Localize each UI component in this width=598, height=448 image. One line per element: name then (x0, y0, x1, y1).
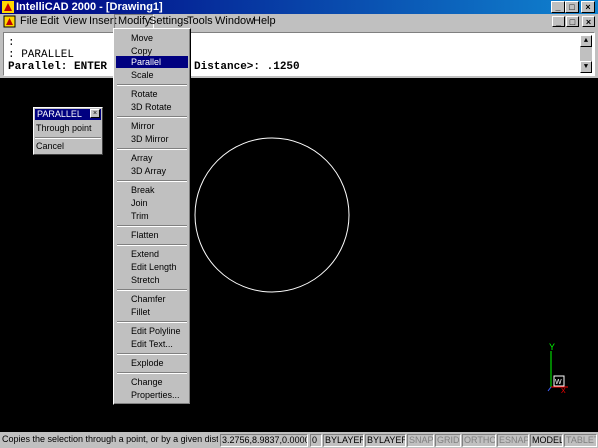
scroll-up-arrow-icon[interactable]: ▲ (580, 35, 592, 47)
menu-separator (117, 321, 187, 323)
status-snap-toggle[interactable]: SNAP (407, 434, 434, 447)
palette-through-point[interactable]: Through point (36, 122, 92, 135)
menu-item-properties[interactable]: Properties... (116, 389, 188, 401)
status-esnap-toggle[interactable]: ESNAP (497, 434, 529, 447)
command-line-1: : (8, 37, 15, 49)
status-model-toggle[interactable]: MODEL (530, 434, 563, 447)
menu-item-edit-length[interactable]: Edit Length (116, 261, 188, 273)
menu-help[interactable]: Help (250, 14, 279, 30)
menu-item-stretch[interactable]: Stretch (116, 274, 188, 286)
title-bar: IntelliCAD 2000 - [Drawing1] _ □ × (0, 0, 598, 14)
menu-separator (117, 353, 187, 355)
document-icon[interactable] (3, 15, 16, 28)
status-message: Copies the selection through a point, or… (2, 434, 218, 444)
ucs-z-axis (547, 386, 552, 392)
intellicad-app-icon[interactable] (2, 1, 14, 13)
menu-item-explode[interactable]: Explode (116, 357, 188, 369)
menu-item-scale[interactable]: Scale (116, 69, 188, 81)
menu-item-3d-mirror[interactable]: 3D Mirror (116, 133, 188, 145)
command-prompt-distance: Distance>: .1250 (194, 61, 300, 73)
menu-separator (117, 180, 187, 182)
palette-cancel[interactable]: Cancel (36, 140, 64, 153)
palette-separator (35, 137, 101, 139)
menu-item-extend[interactable]: Extend (116, 248, 188, 260)
menu-item-edit-text[interactable]: Edit Text... (116, 338, 188, 350)
status-layer[interactable]: BYLAYER (323, 434, 364, 447)
menu-item-parallel[interactable]: Parallel (116, 56, 188, 68)
menu-item-3d-array[interactable]: 3D Array (116, 165, 188, 177)
menu-separator (117, 148, 187, 150)
menu-separator (117, 225, 187, 227)
menu-bar: File Edit View Insert Modify Settings To… (0, 14, 598, 30)
menu-separator (117, 372, 187, 374)
parallel-palette[interactable]: PARALLEL × Through point Cancel (33, 107, 103, 155)
menu-edit[interactable]: Edit (37, 14, 62, 30)
menu-item-3d-rotate[interactable]: 3D Rotate (116, 101, 188, 113)
menu-item-chamfer[interactable]: Chamfer (116, 293, 188, 305)
ucs-y-label: Y (549, 343, 555, 352)
menu-item-edit-polyline[interactable]: Edit Polyline (116, 325, 188, 337)
menu-separator (117, 244, 187, 246)
command-scrollbar[interactable]: ▲ ▼ (580, 35, 592, 73)
menu-item-flatten[interactable]: Flatten (116, 229, 188, 241)
window-title: IntelliCAD 2000 - [Drawing1] (16, 1, 163, 13)
status-grid-toggle[interactable]: GRID (435, 434, 461, 447)
menu-item-break[interactable]: Break (116, 184, 188, 196)
status-bar: Copies the selection through a point, or… (0, 432, 598, 448)
ucs-icon: Y X W (547, 343, 568, 393)
maximize-button[interactable]: □ (565, 1, 579, 13)
ucs-x-label: X (561, 388, 566, 393)
menu-item-join[interactable]: Join (116, 197, 188, 209)
status-ortho-toggle[interactable]: ORTHO (462, 434, 496, 447)
menu-item-trim[interactable]: Trim (116, 210, 188, 222)
menu-item-move[interactable]: Move (116, 32, 188, 44)
menu-separator (117, 84, 187, 86)
status-color[interactable]: 0 (310, 434, 322, 447)
scroll-down-arrow-icon[interactable]: ▼ (580, 61, 592, 73)
modify-menu: Move Copy Parallel Scale Rotate 3D Rotat… (113, 28, 191, 405)
menu-separator (117, 116, 187, 118)
doc-close-button[interactable]: × (582, 16, 595, 27)
menu-item-array[interactable]: Array (116, 152, 188, 164)
menu-item-mirror[interactable]: Mirror (116, 120, 188, 132)
menu-item-rotate[interactable]: Rotate (116, 88, 188, 100)
menu-item-fillet[interactable]: Fillet (116, 306, 188, 318)
status-linetype[interactable]: BYLAYER (365, 434, 406, 447)
doc-restore-button[interactable]: □ (566, 16, 579, 27)
ucs-w-label: W (555, 379, 562, 386)
command-line-2: : PARALLEL (8, 49, 75, 61)
circle-entity[interactable] (194, 137, 350, 293)
doc-minimize-button[interactable]: _ (552, 16, 565, 27)
menu-separator (117, 289, 187, 291)
palette-close-icon[interactable]: × (90, 109, 100, 118)
status-tablet-toggle[interactable]: TABLET (564, 434, 597, 447)
status-coordinates: 3.2756,8.9837,0.0000 (220, 434, 308, 447)
command-window[interactable]: : : PARALLEL Parallel: ENTER for ' Dista… (3, 32, 595, 76)
close-button[interactable]: × (581, 1, 595, 13)
minimize-button[interactable]: _ (551, 1, 565, 13)
menu-item-change[interactable]: Change (116, 376, 188, 388)
